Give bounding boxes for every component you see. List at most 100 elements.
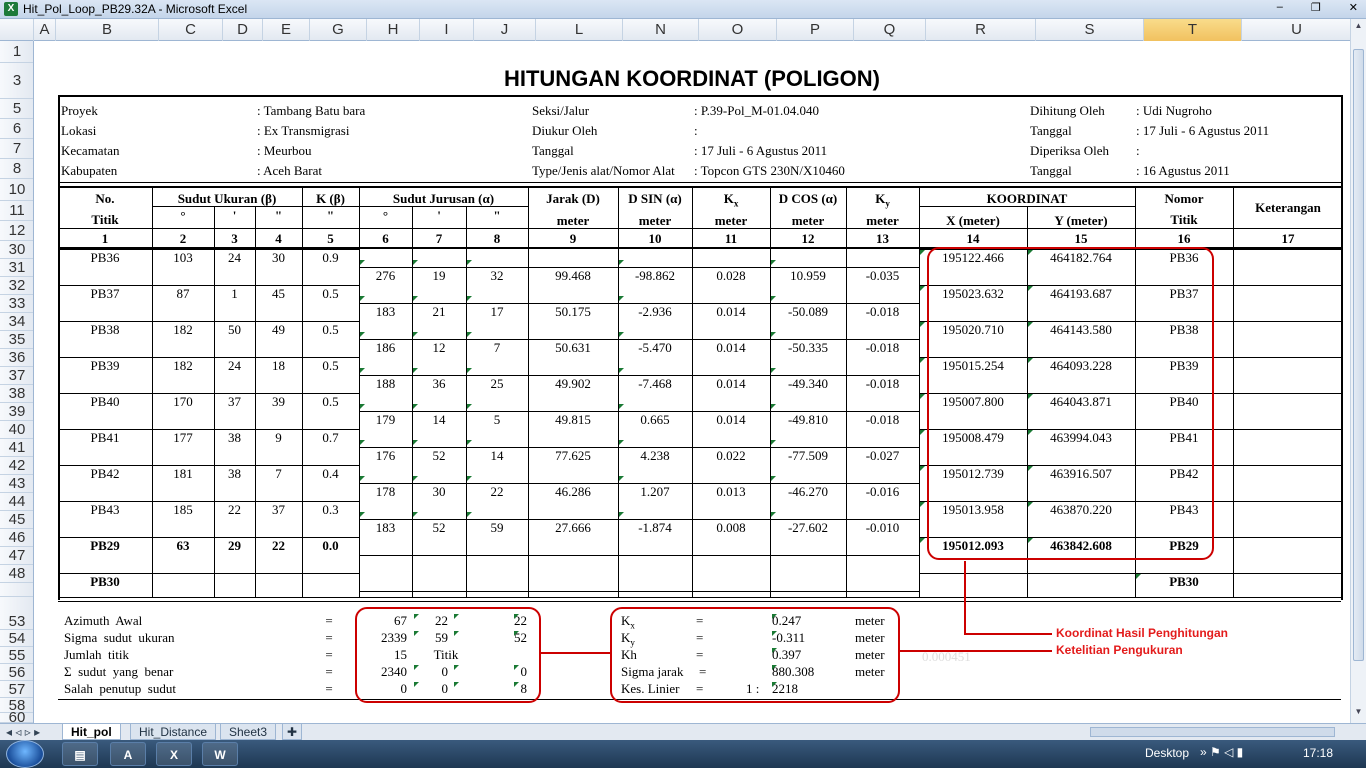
error-indicator-icon [771, 368, 776, 373]
col-header-koordinat: KOORDINAT [986, 191, 1068, 206]
k-beta: 0.7 [322, 430, 339, 445]
equals-sign: = [325, 613, 333, 628]
row-header[interactable]: 1 [0, 41, 33, 63]
column-header[interactable]: D [223, 19, 263, 41]
column-header[interactable]: L [536, 19, 623, 41]
tray-icons[interactable]: » ⚑ ◁ ▮ [1200, 745, 1243, 759]
row-header[interactable]: 30 [0, 241, 33, 259]
horizontal-scrollbar[interactable] [1090, 727, 1335, 737]
minimize-button[interactable]: – [1277, 1, 1283, 14]
row-header[interactable]: 5 [0, 99, 33, 119]
row-header[interactable]: 43 [0, 475, 33, 493]
row-header[interactable]: 45 [0, 511, 33, 529]
row-header[interactable]: 53 [0, 613, 33, 630]
info-value: : P.39-Pol_M-01.04.040 [694, 103, 819, 118]
row-header[interactable]: 37 [0, 367, 33, 385]
row-header[interactable]: 8 [0, 159, 33, 179]
close-button[interactable]: ✕ [1349, 1, 1358, 14]
row-header[interactable]: 36 [0, 349, 33, 367]
row-header[interactable]: 56 [0, 664, 33, 681]
tab-nav-icon[interactable]: ◂ ◃ ▹ ▸ [6, 725, 40, 739]
scroll-thumb[interactable] [1353, 49, 1364, 661]
row-header[interactable]: 60 [0, 710, 33, 723]
row-header[interactable]: 34 [0, 313, 33, 331]
row-header[interactable]: 32 [0, 277, 33, 295]
column-headers[interactable]: ABCDEGHIJLNOPQRSTU [0, 19, 1366, 41]
row-header[interactable]: 33 [0, 295, 33, 313]
info-value: : [1136, 143, 1140, 158]
row-header[interactable]: 41 [0, 439, 33, 457]
d-cos: -49.340 [787, 376, 829, 391]
error-indicator-icon [771, 476, 776, 481]
tab-hit-pol[interactable]: Hit_pol [62, 724, 121, 740]
d-sin: 0.665 [640, 412, 670, 427]
scroll-down-icon[interactable]: ▼ [1351, 707, 1366, 721]
column-header[interactable]: O [699, 19, 777, 41]
row-header[interactable]: 57 [0, 681, 33, 698]
column-header[interactable]: C [159, 19, 223, 41]
vertical-scrollbar[interactable]: ▲ ▼ [1350, 19, 1366, 723]
k-beta: 0.5 [322, 358, 339, 373]
column-number: 17 [1281, 231, 1295, 246]
row-header[interactable]: 38 [0, 385, 33, 403]
column-header[interactable]: N [623, 19, 699, 41]
error-indicator-icon [920, 394, 925, 399]
row-header[interactable]: 47 [0, 547, 33, 565]
row-header[interactable]: 40 [0, 421, 33, 439]
column-header[interactable]: R [926, 19, 1036, 41]
column-header[interactable]: G [310, 19, 367, 41]
column-header[interactable]: U [1242, 19, 1352, 41]
azimuth-min: 52 [432, 448, 446, 463]
error-indicator-icon [413, 332, 418, 337]
column-header[interactable]: A [34, 19, 56, 41]
insert-sheet-icon[interactable]: ✚ [282, 724, 303, 740]
column-header[interactable]: B [56, 19, 159, 41]
row-header[interactable]: 42 [0, 457, 33, 475]
row-header[interactable]: 35 [0, 331, 33, 349]
column-header[interactable]: H [367, 19, 420, 41]
k-subscript: y [885, 198, 890, 209]
desktop-toolbar[interactable]: Desktop [1145, 746, 1189, 760]
row-header[interactable]: 11 [0, 201, 33, 221]
column-header[interactable]: Q [854, 19, 926, 41]
row-header[interactable]: 48 [0, 565, 33, 583]
row-header[interactable]: 46 [0, 529, 33, 547]
row-header[interactable]: 3 [0, 63, 33, 99]
start-button[interactable] [6, 740, 44, 768]
select-all-corner[interactable] [0, 19, 34, 41]
k-y: -0.018 [865, 376, 900, 391]
row-header[interactable]: 12 [0, 221, 33, 241]
word-taskbar-icon[interactable]: W [202, 742, 238, 766]
excel-taskbar-icon[interactable]: X [156, 742, 192, 766]
row-headers[interactable]: 1 3 5 6 7 8 10 11 12 30 31 32 33 34 35 36 37 38 39 40 41 42 43… [0, 41, 34, 723]
column-header[interactable]: P [777, 19, 854, 41]
restore-button[interactable]: ❐ [1311, 1, 1321, 14]
row-header[interactable]: 39 [0, 403, 33, 421]
k-x: 0.014 [716, 340, 746, 355]
summary-label: Σ sudut yang benar [64, 664, 174, 679]
tab-hit-distance[interactable]: Hit_Distance [130, 724, 217, 740]
row-header[interactable] [0, 589, 33, 597]
error-indicator-icon [920, 502, 925, 507]
column-header[interactable]: J [474, 19, 536, 41]
row-header[interactable]: 6 [0, 119, 33, 139]
column-header[interactable]: I [420, 19, 474, 41]
row-header[interactable]: 7 [0, 139, 33, 159]
row-header[interactable]: 44 [0, 493, 33, 511]
tab-sheet3[interactable]: Sheet3 [220, 724, 277, 740]
worksheet[interactable]: HITUNGAN KOORDINAT (POLIGON) Proyek: Tam… [34, 41, 1350, 723]
acrobat-icon[interactable]: A [110, 742, 146, 766]
explorer-icon[interactable]: ▤ [62, 742, 98, 766]
row-header[interactable]: 10 [0, 179, 33, 201]
error-indicator-icon [467, 260, 472, 265]
row-header[interactable]: 55 [0, 647, 33, 664]
row-header[interactable]: 31 [0, 259, 33, 277]
column-header[interactable]: S [1036, 19, 1144, 41]
error-indicator-icon [619, 260, 624, 265]
row-header[interactable]: 54 [0, 630, 33, 647]
unit-symbol: " [274, 208, 283, 223]
station-name: PB37 [90, 286, 120, 301]
scroll-up-icon[interactable]: ▲ [1351, 21, 1366, 35]
column-header[interactable]: E [263, 19, 310, 41]
column-header[interactable]: T [1144, 19, 1242, 41]
